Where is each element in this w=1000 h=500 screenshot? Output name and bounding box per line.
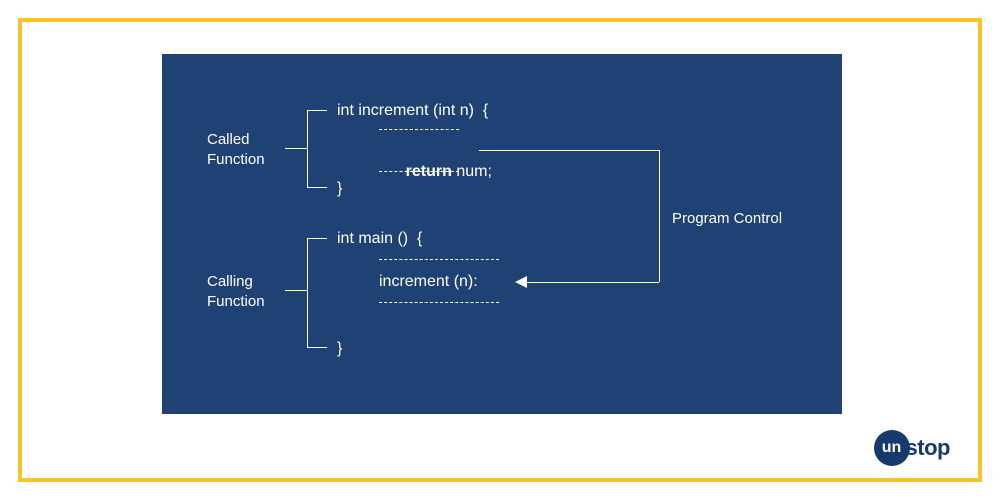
called-function-bracket-stem <box>285 148 307 149</box>
arrowhead-icon <box>515 276 527 288</box>
return-value: num; <box>456 163 492 180</box>
calling-function-bracket <box>307 238 327 348</box>
flow-line-top-h <box>479 150 659 151</box>
flow-line-bottom-h <box>527 282 659 283</box>
close-brace-1: } <box>337 179 342 200</box>
outer-frame: Called Function int increment (int n) { … <box>18 18 982 482</box>
close-brace-2: } <box>337 339 342 360</box>
calling-function-label: Calling Function <box>207 272 265 311</box>
unstop-logo: un stop <box>874 430 950 466</box>
calling-function-bracket-stem <box>285 290 307 291</box>
logo-text: stop <box>906 435 950 461</box>
flow-line-v <box>659 150 660 282</box>
increment-call: increment (n): <box>379 272 478 293</box>
increment-signature: int increment (int n) { <box>337 101 488 122</box>
logo-circle: un <box>874 430 910 466</box>
dashes-3 <box>379 259 499 260</box>
called-function-label: Called Function <box>207 130 265 169</box>
diagram-panel: Called Function int increment (int n) { … <box>162 54 842 414</box>
called-function-bracket <box>307 110 327 188</box>
return-statement: return num; <box>379 141 492 203</box>
dashes-1 <box>379 129 459 130</box>
main-signature: int main () { <box>337 229 422 250</box>
dashes-2 <box>379 171 459 172</box>
program-control-label: Program Control <box>672 209 782 229</box>
dashes-4 <box>379 302 499 303</box>
